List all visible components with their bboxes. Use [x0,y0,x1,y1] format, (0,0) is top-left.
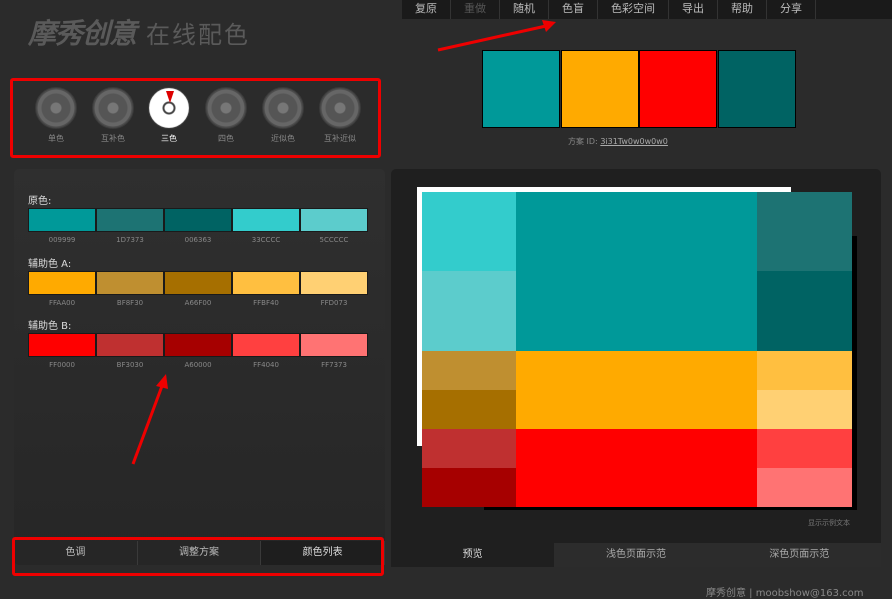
menu-item-3[interactable]: 随机 [500,0,549,19]
preview-canvas [417,187,857,510]
swatch-row [28,271,368,295]
hex-code: 1D7373 [116,236,144,244]
group-label: 原色: [28,196,52,207]
preview-cell [516,429,757,507]
hex-code-row: FF0000 BF3030 A60000 FF4040 FF7373 [28,361,368,369]
color-swatch[interactable] [164,208,232,232]
color-swatch[interactable] [28,333,96,357]
preview-cell [516,192,757,351]
color-swatch[interactable] [300,271,368,295]
preview-cell [757,468,852,507]
color-swatch[interactable] [232,208,300,232]
swatch-row [28,333,368,357]
hex-code: BF8F30 [116,299,144,307]
hex-code: BF3030 [116,361,144,369]
group-label: 辅助色 B: [28,321,72,332]
preview-cell [422,390,516,429]
preview-cell [422,468,516,507]
color-swatch[interactable] [232,271,300,295]
preview-cell [422,192,516,271]
menu-item-6[interactable]: 导出 [669,0,718,19]
menu-item-2[interactable]: 重做 [451,0,500,19]
preview-cell [757,351,852,390]
preview-cell [422,271,516,351]
menu-item-1[interactable]: 复原 [402,0,451,19]
arrow-top-head [542,20,556,32]
hex-code: A66F00 [184,299,212,307]
preview-cell [757,390,852,429]
top-swatch-4[interactable] [718,50,796,128]
right-tabs: 预览 浅色页面示范 深色页面示范 [391,543,881,567]
hex-code: FF0000 [49,361,75,369]
hex-code: 5CCCCC [319,236,349,244]
hex-code: FFAA00 [48,299,76,307]
top-swatch-2[interactable] [561,50,639,128]
color-swatch[interactable] [96,271,164,295]
color-swatch[interactable] [300,208,368,232]
preview-cell [757,271,852,351]
color-swatch[interactable] [164,333,232,357]
top-swatch-3[interactable] [639,50,717,128]
hex-code: A60000 [184,361,212,369]
demo-text-label[interactable]: 显示示例文本 [808,518,850,528]
logo: 摩秀创意 在线配色 [28,14,250,50]
right-tab-1[interactable]: 预览 [391,543,555,567]
hex-code: FFD073 [320,299,348,307]
arrow-top-line [437,24,547,52]
hex-code-row: 009999 1D7373 006363 33CCCC 5CCCCC [28,236,368,244]
preview-cell [422,351,516,390]
color-swatch[interactable] [28,208,96,232]
scheme-id-link[interactable]: 3i31Tw0w0w0w0 [600,137,668,146]
hex-code-row: FFAA00 BF8F30 A66F00 FFBF40 FFD073 [28,299,368,307]
top-swatch-1[interactable] [482,50,560,128]
color-swatch[interactable] [232,333,300,357]
hex-code: 006363 [184,236,212,244]
right-tab-2[interactable]: 浅色页面示范 [554,543,718,567]
hex-code: FF4040 [253,361,279,369]
logo-subtitle: 在线配色 [146,20,251,49]
hex-code: 009999 [48,236,76,244]
hex-code: 33CCCC [251,236,281,244]
right-tab-3[interactable]: 深色页面示范 [717,543,881,567]
footer: 摩秀创意 | moobshow@163.com [706,588,864,599]
scheme-id: 方案 ID: 3i31Tw0w0w0w0 [568,136,668,147]
color-swatch[interactable] [28,271,96,295]
color-swatch[interactable] [96,333,164,357]
scheme-id-label: 方案 ID: [568,137,598,146]
color-swatch[interactable] [96,208,164,232]
annotation-box-tabs [12,537,384,576]
swatch-row [28,208,368,232]
color-swatch[interactable] [300,333,368,357]
annotation-box-wheels [10,78,381,158]
hex-code: FF7373 [321,361,347,369]
preview-cell [757,192,852,271]
top-menu: 复原 重做 随机 色盲 色彩空间 导出 帮助 分享 [402,0,892,19]
preview-grid [422,192,852,507]
preview-cell [516,351,757,429]
color-swatch[interactable] [164,271,232,295]
menu-item-5[interactable]: 色彩空间 [598,0,669,19]
logo-brand: 摩秀创意 [28,17,137,50]
hex-code: FFBF40 [253,299,279,307]
menu-item-8[interactable]: 分享 [767,0,816,19]
group-label: 辅助色 A: [28,259,72,270]
menu-item-4[interactable]: 色盲 [549,0,598,19]
preview-cell [757,429,852,468]
menu-item-7[interactable]: 帮助 [718,0,767,19]
preview-cell [422,429,516,468]
